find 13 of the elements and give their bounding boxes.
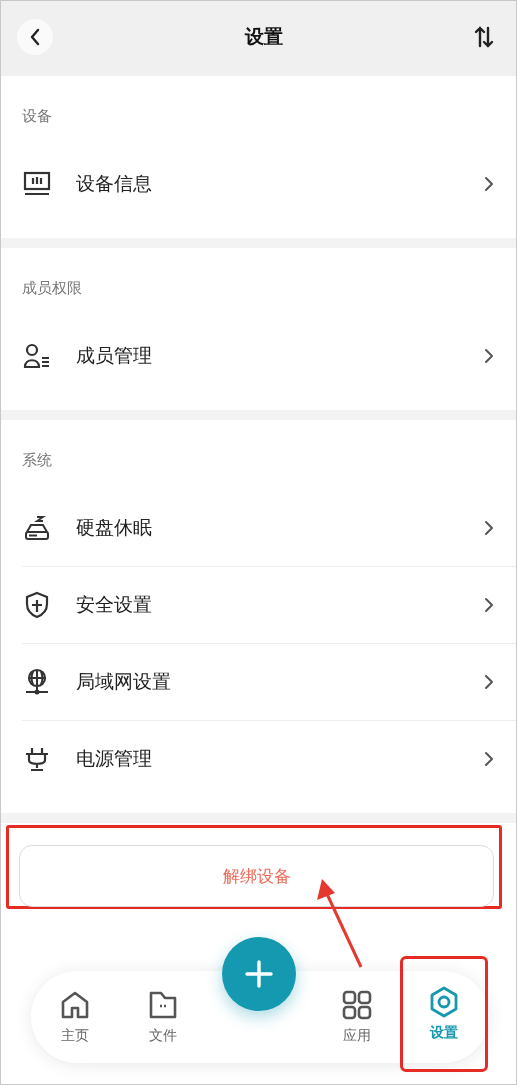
section-label: 系统: [21, 450, 53, 471]
settings-row[interactable]: 局域网设置: [22, 643, 516, 720]
settings-row[interactable]: 硬盘休眠: [22, 490, 516, 566]
tab[interactable]: 应用: [312, 971, 401, 1063]
tab[interactable]: 文件: [119, 971, 208, 1063]
settings-row[interactable]: 成员管理: [22, 318, 516, 394]
tab[interactable]: 主页: [31, 971, 120, 1063]
settings-row[interactable]: 设备信息: [22, 146, 516, 222]
section-label: 设备: [21, 106, 53, 127]
page-title: 设置: [244, 23, 283, 49]
settings-row[interactable]: 电源管理: [22, 720, 516, 797]
section-label: 成员权限: [21, 278, 83, 299]
settings-row[interactable]: 安全设置: [22, 566, 516, 643]
